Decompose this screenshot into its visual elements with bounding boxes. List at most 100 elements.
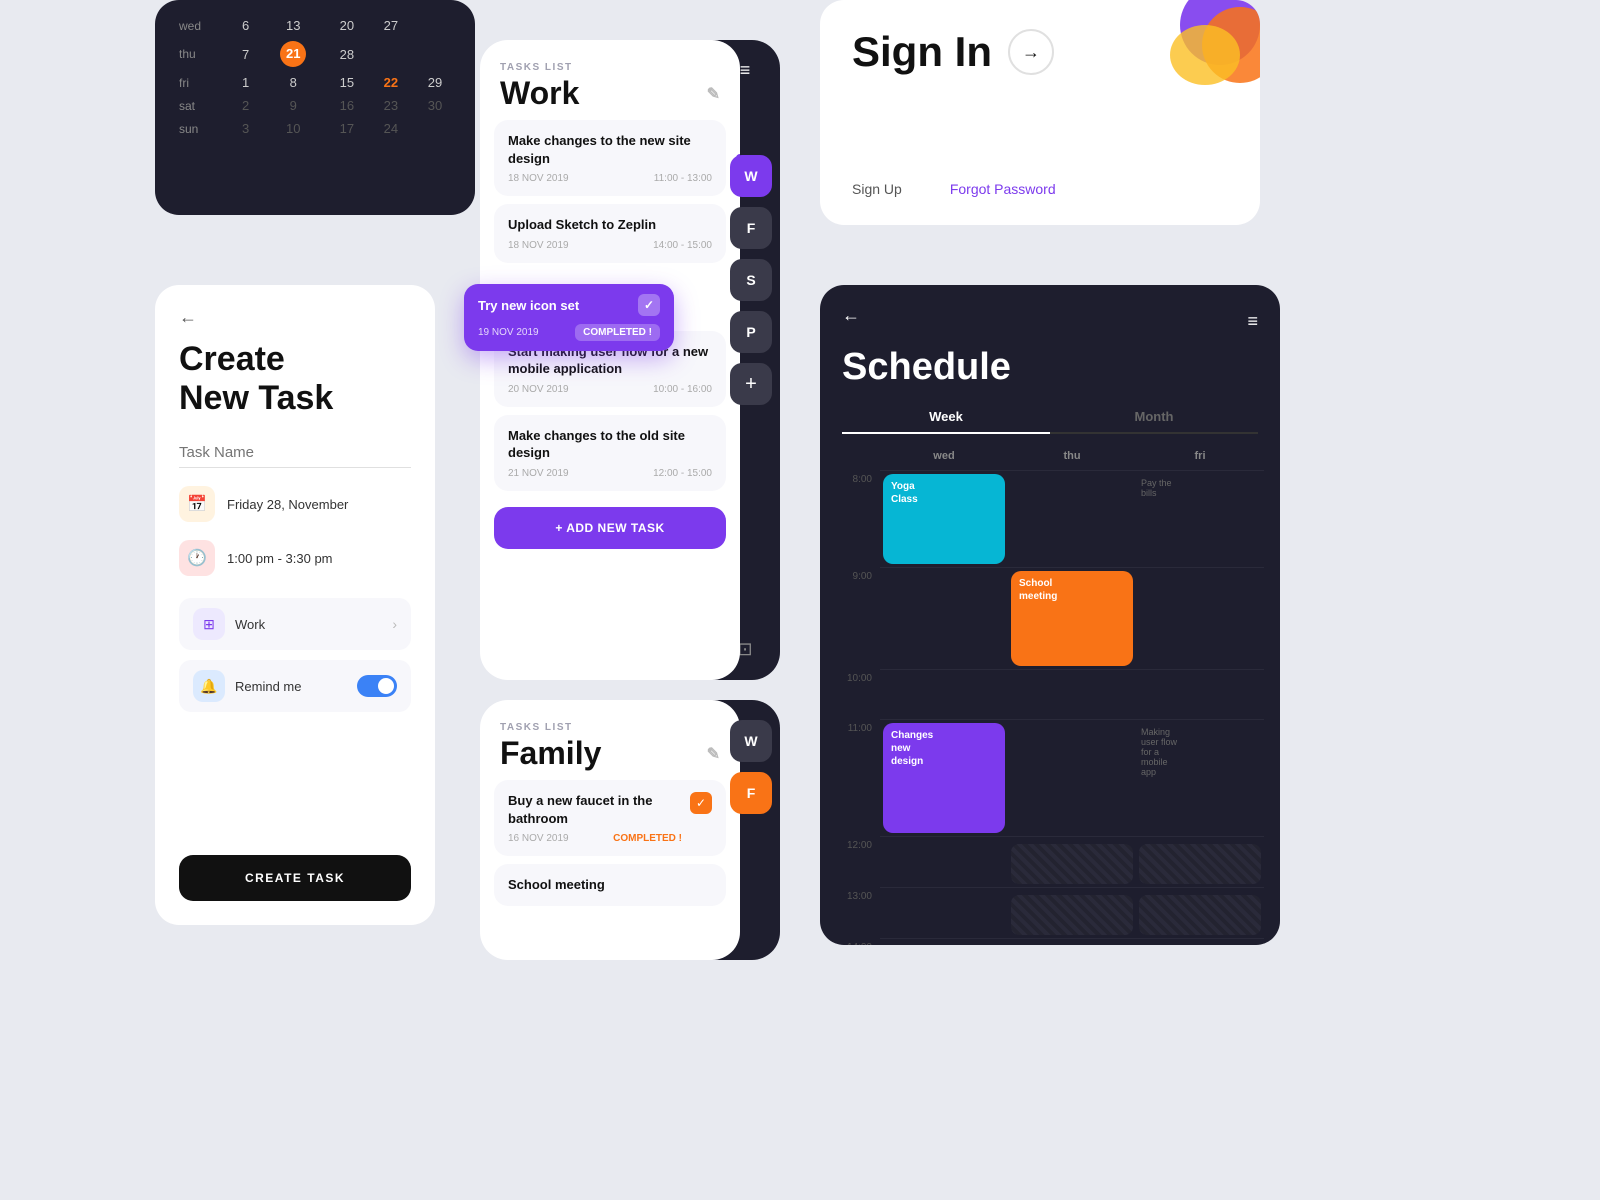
hamburger-icon[interactable]: ≡ (740, 60, 751, 81)
sched-cell-fri-900 (1136, 567, 1264, 669)
tasks-family-edit-icon[interactable]: ✎ (707, 744, 720, 764)
category-row[interactable]: ⊞ Work › (179, 598, 411, 650)
completed-tooltip: Try new icon set ✓ 19 NOV 2019 COMPLETED… (464, 284, 674, 351)
tooltip-title: Try new icon set (478, 298, 579, 313)
tooltip-date: 19 NOV 2019 (478, 327, 539, 338)
remind-toggle[interactable] (357, 675, 397, 697)
task-item: Make changes to the old site design 21 N… (494, 415, 726, 491)
tasks-work-edit-icon[interactable]: ✎ (707, 84, 720, 104)
task-time-label: 1:00 pm - 3:30 pm (227, 551, 333, 566)
signin-blobs (1110, 0, 1260, 130)
changes-new-design-event[interactable]: Changesnewdesign (883, 723, 1005, 833)
time-icon: 🕐 (179, 540, 215, 576)
signup-link[interactable]: Sign Up (852, 181, 902, 197)
signin-arrow-btn[interactable]: → (1008, 29, 1054, 75)
task-date: 21 NOV 2019 (508, 468, 569, 479)
task-date: 20 NOV 2019 (508, 384, 569, 395)
time-1400: 14:00 (836, 938, 880, 945)
tasks-work-card: TASKS LIST Work ✎ Make changes to the ne… (480, 40, 740, 680)
sched-cell-thu-800 (1008, 470, 1136, 567)
nav-dot-f[interactable]: F (730, 207, 772, 249)
remind-row: 🔔 Remind me (179, 660, 411, 712)
nav-dot-w-bottom[interactable]: W (730, 720, 772, 762)
sched-cell-thu-1300 (1008, 887, 1136, 938)
back-arrow-icon[interactable]: ← (179, 307, 411, 328)
create-task-title: CreateNew Task (179, 340, 411, 418)
cal-header-sat: sat (173, 94, 230, 117)
busy-slot-fri-1300 (1139, 895, 1261, 935)
schedule-title: Schedule (842, 346, 1258, 389)
nav-dot-f-bottom[interactable]: F (730, 772, 772, 814)
time-1100: 11:00 (836, 719, 880, 836)
family-task-name: School meeting (508, 876, 712, 894)
task-item: Upload Sketch to Zeplin 18 NOV 2019 14:0… (494, 204, 726, 263)
sched-cell-wed-1100: Changesnewdesign (880, 719, 1008, 836)
task-name: Make changes to the new site design (508, 132, 712, 167)
schedule-back-icon[interactable]: ← (842, 305, 860, 326)
completed-badge: COMPLETED ! (575, 324, 660, 341)
try-icon-set-event[interactable]: Try newicon set (1011, 942, 1133, 945)
forgot-password-link[interactable]: Forgot Password (950, 181, 1056, 197)
tab-month[interactable]: Month (1050, 401, 1258, 434)
yoga-class-event[interactable]: YogaClass (883, 474, 1005, 564)
remind-label: Remind me (235, 679, 301, 694)
tooltip-check-icon[interactable]: ✓ (638, 294, 660, 316)
tasks-family-card: TASKS LIST Family ✎ Buy a new faucet in … (480, 700, 740, 960)
nav-dot-w[interactable]: W (730, 155, 772, 197)
nav-dot-p[interactable]: P (730, 311, 772, 353)
time-1200: 12:00 (836, 836, 880, 887)
school-meeting-event[interactable]: Schoolmeeting (1011, 571, 1133, 666)
cal-num: 6 (230, 14, 262, 37)
time-1000: 10:00 (836, 669, 880, 719)
family-task-item: Buy a new faucet in the bathroom 16 NOV … (494, 780, 726, 856)
category-label: Work (235, 617, 265, 632)
add-task-btn[interactable]: + ADD NEW TASK (494, 507, 726, 549)
nav-dot-add[interactable]: + (730, 363, 772, 405)
family-task-date: 16 NOV 2019 (508, 833, 569, 844)
tasks-family-label: TASKS LIST (500, 722, 720, 733)
cal-header-sun: sun (173, 117, 230, 140)
family-task-item: School meeting (494, 864, 726, 906)
tab-week[interactable]: Week (842, 401, 1050, 434)
sched-cell-thu-1400: Try newicon set (1008, 938, 1136, 945)
create-task-card: ← CreateNew Task 📅 Friday 28, November 🕐… (155, 285, 435, 925)
cal-header-fri: fri (173, 71, 230, 94)
family-task-status: COMPLETED ! (613, 833, 682, 844)
sched-col-fri: fri (1136, 446, 1264, 466)
sched-cell-thu-1000 (1008, 669, 1136, 719)
chevron-right-icon: › (392, 616, 397, 632)
pay-bills-event[interactable]: Pay thebills (1139, 474, 1261, 502)
sched-cell-wed-1000 (880, 669, 1008, 719)
remind-icon: 🔔 (193, 670, 225, 702)
sched-cell-wed-800: YogaClass (880, 470, 1008, 567)
time-800: 8:00 (836, 470, 880, 567)
sched-cell-fri-1100: Makinguser flowfor amobileapp (1136, 719, 1264, 836)
sched-cell-fri-1300 (1136, 887, 1264, 938)
sched-cell-fri-1000 (1136, 669, 1264, 719)
nav-dot-s[interactable]: S (730, 259, 772, 301)
side-nav-bottom: W F (730, 720, 772, 814)
calendar-card: wed 6 13 20 27 thu 7 21 28 fri (155, 0, 475, 215)
time-900: 9:00 (836, 567, 880, 669)
tasks-work-label: TASKS LIST (500, 62, 720, 73)
date-icon: 📅 (179, 486, 215, 522)
category-icon: ⊞ (193, 608, 225, 640)
cal-header-wed: wed (173, 14, 230, 37)
task-name-input[interactable] (179, 438, 411, 468)
busy-slot-thu-1200 (1011, 844, 1133, 884)
sched-cell-wed-1200 (880, 836, 1008, 887)
sched-col-wed: wed (880, 446, 1008, 466)
user-flow-event[interactable]: Makinguser flowfor amobileapp (1139, 723, 1261, 781)
task-time: 12:00 - 15:00 (653, 468, 712, 479)
create-task-btn[interactable]: CREATE TASK (179, 855, 411, 901)
sched-cell-wed-1300 (880, 887, 1008, 938)
task-time: 11:00 - 13:00 (654, 173, 712, 184)
task-date: 18 NOV 2019 (508, 240, 569, 251)
task-check-icon[interactable]: ✓ (690, 792, 712, 814)
sched-cell-fri-1200 (1136, 836, 1264, 887)
sched-col-thu: thu (1008, 446, 1136, 466)
sched-cell-wed-1400 (880, 938, 1008, 945)
schedule-menu-icon[interactable]: ≡ (1247, 311, 1258, 332)
task-name: Upload Sketch to Zeplin (508, 216, 712, 234)
schedule-card: ← ≡ Schedule Week Month wed thu fri 8:00… (820, 285, 1280, 945)
